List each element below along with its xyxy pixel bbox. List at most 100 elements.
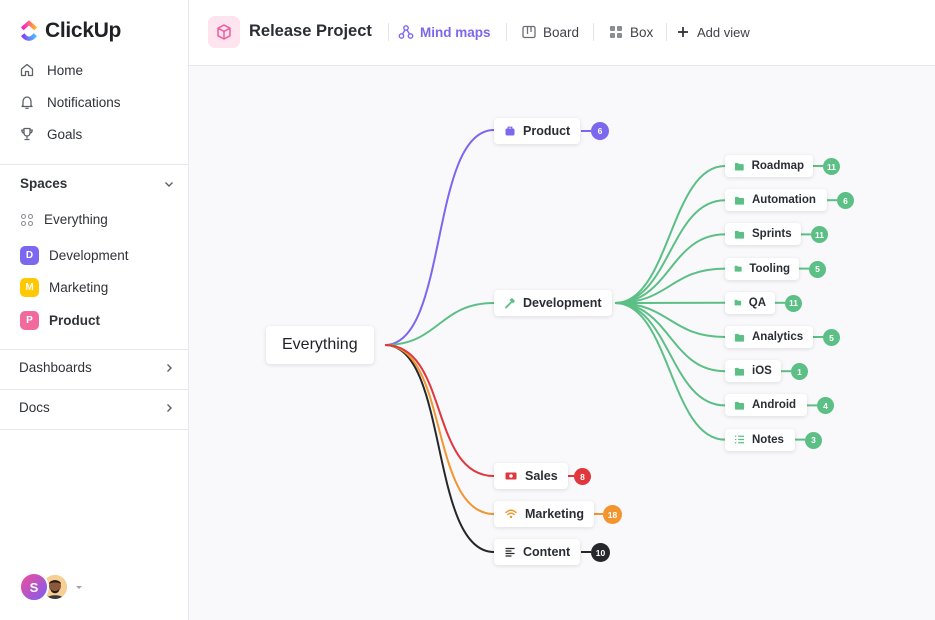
project-icon — [208, 16, 240, 48]
tab-box-label: Box — [630, 24, 654, 40]
sidebar-divider — [0, 389, 188, 390]
child-label: Roadmap — [751, 160, 804, 172]
nav-home-label: Home — [47, 62, 84, 78]
spaces-label: Spaces — [20, 176, 68, 191]
space-label: Development — [49, 248, 129, 263]
space-label: Product — [49, 313, 101, 328]
branch-label: Content — [523, 545, 571, 559]
child-node-automation[interactable]: Automation — [725, 189, 827, 212]
child-label: Automation — [752, 194, 816, 207]
folder-icon — [734, 300, 742, 306]
branch-node-product[interactable]: Product — [494, 118, 581, 144]
trophy-icon — [21, 127, 33, 141]
child-label: Notes — [752, 433, 784, 446]
mindmap-icon — [398, 25, 414, 39]
tab-mind-maps[interactable]: Mind maps — [398, 24, 491, 40]
user-avatars[interactable]: S — [19, 572, 84, 602]
child-label: QA — [748, 296, 766, 309]
branch-node-development[interactable]: Development — [494, 290, 612, 316]
child-node-tooling[interactable]: Tooling — [725, 257, 799, 280]
count-badge: 5 — [809, 260, 826, 278]
root-node[interactable]: Everything — [266, 326, 374, 364]
sidebar-item-marketing[interactable]: M Marketing — [20, 278, 108, 297]
child-node-ios[interactable]: iOS — [725, 360, 781, 383]
view-header: Release Project Mind maps Board Box Add … — [189, 0, 935, 66]
connector-product — [384, 129, 495, 346]
child-label: Tooling — [749, 262, 790, 275]
nav-notifications[interactable]: Notifications — [19, 94, 121, 110]
child-node-sprints[interactable]: Sprints — [725, 223, 801, 246]
space-avatar: D — [20, 246, 39, 265]
folder-icon — [734, 401, 745, 410]
page-title: Release Project — [249, 22, 372, 40]
nav-goals-label: Goals — [47, 126, 83, 142]
folder-icon — [734, 230, 745, 239]
hammer-icon — [505, 298, 515, 309]
tab-box[interactable]: Box — [608, 24, 653, 40]
branch-node-content[interactable]: Content — [494, 539, 581, 565]
header-divider — [666, 23, 667, 41]
chevron-down-icon[interactable] — [163, 178, 175, 190]
branch-node-sales[interactable]: Sales — [494, 463, 568, 489]
count-badge: 5 — [823, 329, 840, 346]
chevron-right-icon — [167, 403, 172, 412]
spaces-header[interactable]: Spaces — [20, 176, 175, 191]
branch-node-marketing[interactable]: Marketing — [494, 501, 595, 527]
count-badge: 11 — [823, 158, 840, 175]
header-divider — [593, 23, 594, 41]
child-node-notes[interactable]: Notes — [725, 428, 795, 451]
connector-development-child — [614, 302, 726, 373]
caret-down-icon[interactable] — [74, 582, 84, 592]
header-divider — [506, 23, 507, 41]
nav-goals[interactable]: Goals — [19, 126, 82, 142]
count-badge: 8 — [574, 468, 591, 485]
sidebar-item-everything[interactable]: Everything — [20, 212, 108, 227]
connector-development-child — [614, 233, 726, 304]
folder-icon — [734, 196, 745, 205]
avatar[interactable]: S — [19, 572, 49, 602]
sidebar-item-docs[interactable]: Docs — [19, 400, 175, 415]
child-node-qa[interactable]: QA — [725, 291, 775, 314]
connector-marketing — [384, 344, 495, 515]
space-label: Marketing — [49, 280, 109, 295]
add-view-label: Add view — [697, 24, 750, 40]
branch-label: Development — [523, 296, 602, 310]
folder-icon — [734, 162, 744, 170]
connector-development-child — [614, 302, 726, 441]
sidebar-item-product[interactable]: P Product — [20, 311, 100, 330]
nav-home[interactable]: Home — [19, 62, 83, 78]
tab-board[interactable]: Board — [521, 24, 579, 40]
list-icon — [734, 435, 745, 444]
header-divider — [388, 23, 389, 41]
connector-development-child — [614, 302, 726, 407]
box-icon — [610, 26, 622, 38]
count-badge: 18 — [603, 505, 622, 524]
sidebar-item-development[interactable]: D Development — [20, 246, 129, 265]
child-label: Android — [752, 399, 797, 412]
home-icon — [20, 63, 34, 77]
child-label: iOS — [752, 365, 772, 378]
child-node-analytics[interactable]: Analytics — [725, 326, 813, 348]
space-avatar: P — [20, 311, 39, 330]
text-lines-icon — [505, 547, 515, 557]
count-badge: 10 — [591, 543, 610, 562]
child-node-roadmap[interactable]: Roadmap — [725, 155, 813, 177]
clickup-logo[interactable]: ClickUp — [19, 19, 121, 43]
branch-label: Product — [523, 124, 571, 138]
connector-content — [384, 344, 495, 553]
dashboards-label: Dashboards — [19, 360, 92, 375]
count-badge: 11 — [785, 294, 802, 312]
child-label: Sprints — [752, 228, 792, 241]
mind-map-canvas[interactable]: Everything Product 6 Development Sales 8… — [189, 66, 935, 620]
docs-label: Docs — [19, 400, 50, 415]
branch-label: Marketing — [525, 507, 585, 521]
plus-icon — [678, 27, 688, 37]
connector-development-child — [614, 165, 726, 304]
chevron-right-icon — [167, 363, 172, 372]
briefcase-icon — [505, 126, 515, 136]
sidebar-divider — [0, 429, 188, 430]
sidebar: ClickUp Home Notifications Goals Spaces … — [0, 0, 189, 620]
sidebar-item-dashboards[interactable]: Dashboards — [19, 360, 175, 375]
child-node-android[interactable]: Android — [725, 394, 807, 417]
add-view-button[interactable]: Add view — [675, 24, 750, 40]
